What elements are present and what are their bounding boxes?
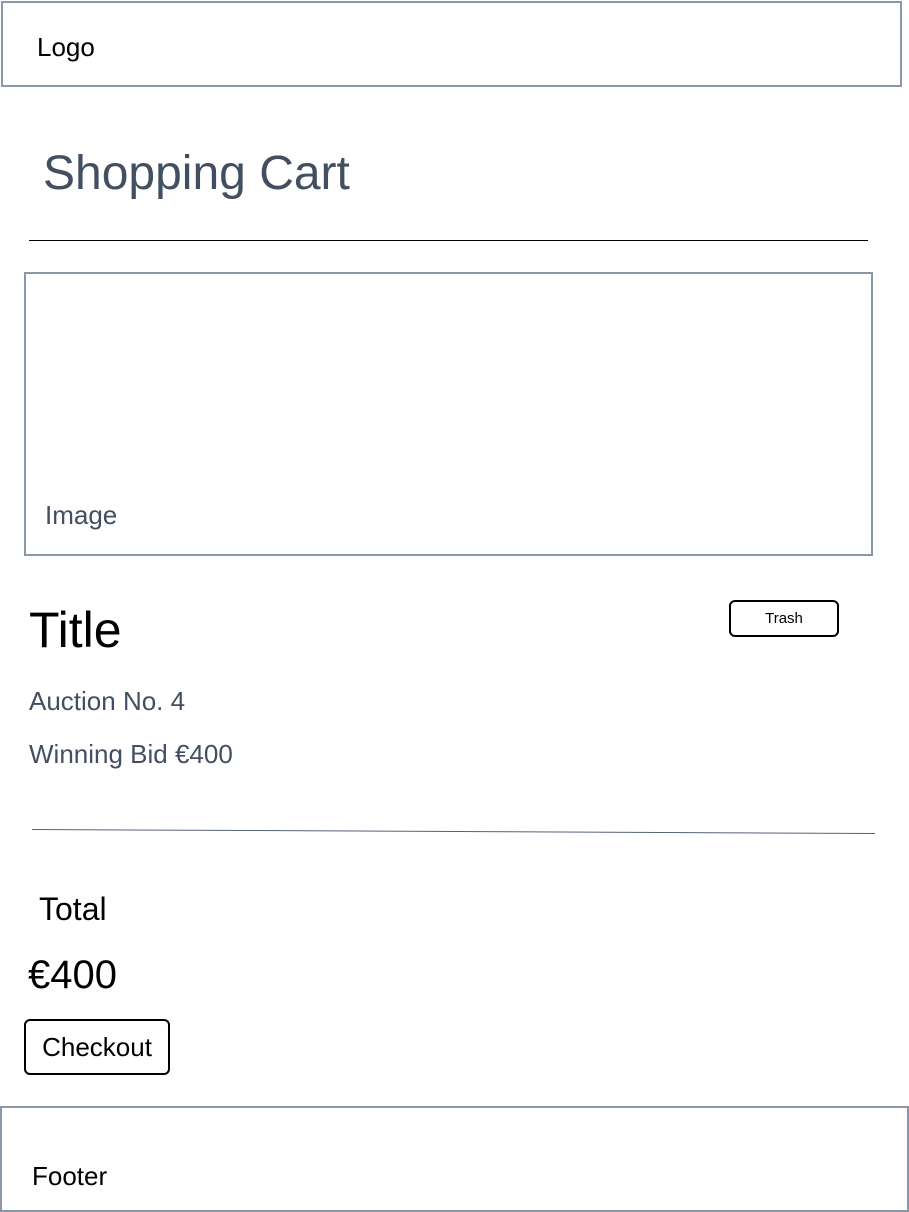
summary-divider xyxy=(31,829,875,834)
header: Logo xyxy=(1,1,902,87)
trash-button[interactable]: Trash xyxy=(729,600,839,637)
item-title: Title xyxy=(29,602,122,658)
winning-bid: Winning Bid €400 xyxy=(29,739,233,769)
image-label: Image xyxy=(45,500,118,530)
title-divider xyxy=(29,240,868,241)
footer-label: Footer xyxy=(32,1161,108,1191)
logo[interactable]: Logo xyxy=(37,31,95,63)
checkout-button[interactable]: Checkout xyxy=(24,1019,170,1075)
item-image-placeholder: Image xyxy=(24,272,873,556)
auction-number: Auction No. 4 xyxy=(29,686,186,716)
total-value: €400 xyxy=(28,953,117,997)
total-label: Total xyxy=(39,891,107,927)
page-title: Shopping Cart xyxy=(43,147,350,200)
footer: Footer xyxy=(0,1106,909,1212)
